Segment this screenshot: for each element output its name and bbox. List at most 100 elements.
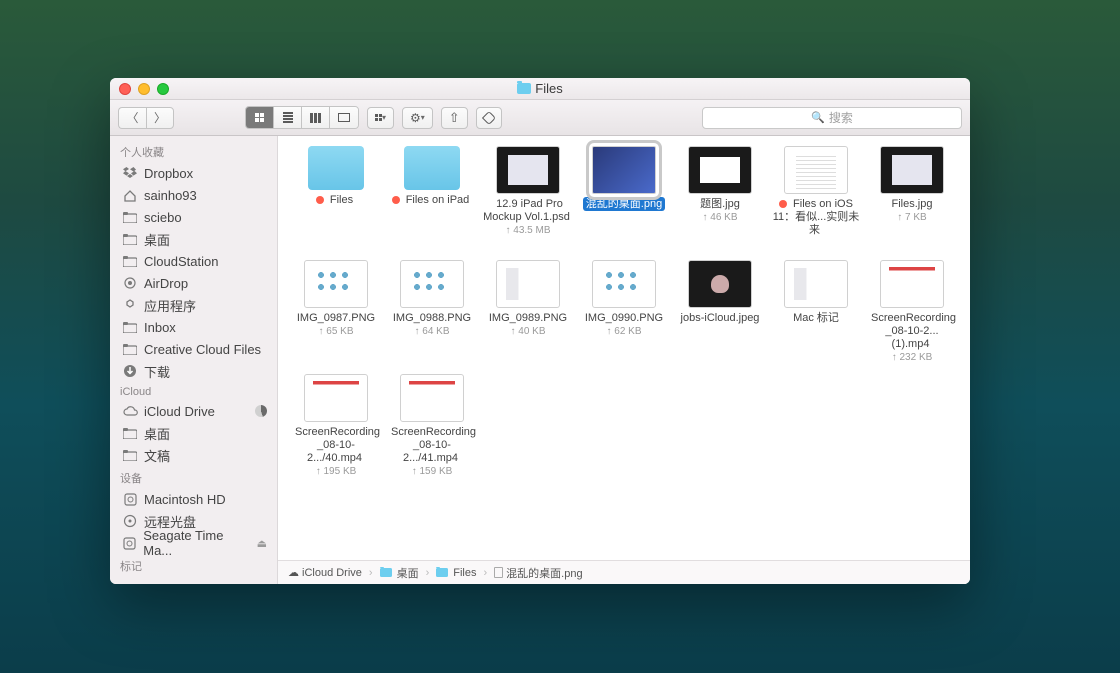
file-item[interactable]: IMG_0988.PNG↑ 64 KB bbox=[386, 260, 478, 370]
file-item[interactable]: Files.jpg↑ 7 KB bbox=[866, 146, 958, 256]
sidebar-item-label: sciebo bbox=[144, 210, 182, 225]
sidebar-item[interactable]: 桌面 bbox=[110, 422, 277, 444]
close-button[interactable] bbox=[119, 83, 131, 95]
sidebar-item[interactable]: sciebo bbox=[110, 206, 277, 228]
path-segment[interactable]: 桌面 bbox=[380, 565, 419, 581]
view-list-button[interactable] bbox=[274, 107, 302, 128]
file-thumbnail[interactable] bbox=[404, 146, 460, 190]
sidebar[interactable]: 个人收藏Dropboxsainho93sciebo桌面CloudStationA… bbox=[110, 136, 278, 584]
sidebar-item[interactable]: Creative Cloud Files bbox=[110, 338, 277, 360]
file-name: IMG_0988.PNG bbox=[390, 311, 474, 325]
sidebar-section-header: iCloud bbox=[110, 382, 277, 400]
file-name: Files.jpg bbox=[889, 197, 936, 211]
file-name: Files bbox=[327, 193, 356, 207]
file-thumbnail[interactable] bbox=[688, 146, 752, 194]
file-thumbnail[interactable] bbox=[592, 146, 656, 194]
file-thumbnail[interactable] bbox=[880, 260, 944, 308]
view-icon-button[interactable] bbox=[246, 107, 274, 128]
file-thumbnail[interactable] bbox=[400, 374, 464, 422]
sidebar-item[interactable]: Inbox bbox=[110, 316, 277, 338]
home-icon bbox=[122, 189, 138, 202]
file-name: IMG_0987.PNG bbox=[294, 311, 378, 325]
sidebar-item-label: 文稿 bbox=[144, 446, 170, 465]
file-name: 12.9 iPad Pro Mockup Vol.1.psd bbox=[483, 197, 573, 224]
file-thumbnail[interactable] bbox=[304, 374, 368, 422]
file-name: IMG_0990.PNG bbox=[582, 311, 666, 325]
file-item[interactable]: jobs-iCloud.jpeg bbox=[674, 260, 766, 370]
sidebar-item-label: 桌面 bbox=[144, 424, 170, 443]
file-item[interactable]: Files on iPad bbox=[386, 146, 478, 256]
file-name: Mac 标记 bbox=[790, 311, 842, 325]
sidebar-item[interactable]: Seagate Time Ma...⏏ bbox=[110, 532, 277, 554]
file-item[interactable]: IMG_0987.PNG↑ 65 KB bbox=[290, 260, 382, 370]
folder-icon bbox=[517, 83, 531, 94]
file-item[interactable]: IMG_0989.PNG↑ 40 KB bbox=[482, 260, 574, 370]
file-item[interactable]: Files bbox=[290, 146, 382, 256]
file-thumbnail[interactable] bbox=[784, 146, 848, 194]
arrange-button[interactable] bbox=[367, 107, 394, 129]
folder-icon bbox=[122, 344, 138, 355]
path-bar[interactable]: ☁iCloud Drive›桌面›Files›混乱的桌面.png bbox=[278, 560, 970, 584]
minimize-button[interactable] bbox=[138, 83, 150, 95]
view-cover-button[interactable] bbox=[330, 107, 358, 128]
forward-button[interactable]: 〉 bbox=[146, 107, 174, 129]
sidebar-item[interactable]: CloudStation bbox=[110, 250, 277, 272]
sidebar-item[interactable]: 下载 bbox=[110, 360, 277, 382]
sidebar-item[interactable]: 应用程序 bbox=[110, 294, 277, 316]
file-item[interactable]: 题图.jpg↑ 46 KB bbox=[674, 146, 766, 256]
dropbox-icon bbox=[122, 167, 138, 179]
file-thumbnail[interactable] bbox=[400, 260, 464, 308]
share-button[interactable]: ⇧ bbox=[441, 107, 468, 129]
sidebar-item[interactable]: Dropbox bbox=[110, 162, 277, 184]
tags-button[interactable] bbox=[476, 107, 502, 129]
path-segment[interactable]: ☁iCloud Drive bbox=[288, 566, 362, 579]
sidebar-item[interactable]: sainho93 bbox=[110, 184, 277, 206]
file-thumbnail[interactable] bbox=[304, 260, 368, 308]
file-item[interactable]: Files on iOS 11：看似...实则未来 bbox=[770, 146, 862, 256]
sidebar-section-header: 个人收藏 bbox=[110, 140, 277, 162]
remote-icon bbox=[122, 514, 138, 528]
sidebar-item-label: 下载 bbox=[144, 362, 170, 381]
sidebar-item-label: iCloud Drive bbox=[144, 404, 215, 419]
path-segment[interactable]: Files bbox=[436, 567, 476, 579]
file-thumbnail[interactable] bbox=[688, 260, 752, 308]
file-item[interactable]: ScreenRecording_08-10-2.../41.mp4↑ 159 K… bbox=[386, 374, 478, 484]
file-thumbnail[interactable] bbox=[784, 260, 848, 308]
sidebar-item[interactable]: AirDrop bbox=[110, 272, 277, 294]
folder-icon bbox=[122, 322, 138, 333]
eject-icon[interactable]: ⏏ bbox=[257, 537, 267, 550]
sidebar-item[interactable]: 桌面 bbox=[110, 228, 277, 250]
back-button[interactable]: 〈 bbox=[118, 107, 146, 129]
traffic-lights bbox=[119, 83, 169, 95]
sidebar-section-header: 设备 bbox=[110, 466, 277, 488]
zoom-button[interactable] bbox=[157, 83, 169, 95]
sidebar-item[interactable]: Macintosh HD bbox=[110, 488, 277, 510]
sidebar-item[interactable]: 文稿 bbox=[110, 444, 277, 466]
file-item[interactable]: IMG_0990.PNG↑ 62 KB bbox=[578, 260, 670, 370]
file-thumbnail[interactable] bbox=[592, 260, 656, 308]
search-input[interactable]: 🔍 搜索 bbox=[702, 107, 962, 129]
file-thumbnail[interactable] bbox=[496, 260, 560, 308]
file-item[interactable]: 混乱的桌面.png bbox=[578, 146, 670, 256]
file-thumbnail[interactable] bbox=[880, 146, 944, 194]
tag-dot-icon bbox=[316, 196, 324, 204]
file-item[interactable]: Mac 标记 bbox=[770, 260, 862, 370]
file-item[interactable]: ScreenRecording_08-10-2.../40.mp4↑ 195 K… bbox=[290, 374, 382, 484]
path-label: iCloud Drive bbox=[302, 567, 362, 579]
folder-icon bbox=[380, 568, 392, 577]
file-size: ↑ 43.5 MB bbox=[505, 225, 550, 236]
file-grid[interactable]: Files Files on iPad12.9 iPad Pro Mockup V… bbox=[278, 136, 970, 560]
action-button[interactable]: ⚙ bbox=[402, 107, 433, 129]
path-label: Files bbox=[453, 567, 476, 579]
sidebar-item-label: 桌面 bbox=[144, 230, 170, 249]
file-item[interactable]: ScreenRecording_08-10-2...(1).mp4↑ 232 K… bbox=[866, 260, 958, 370]
sidebar-item-label: Inbox bbox=[144, 320, 176, 335]
file-thumbnail[interactable] bbox=[308, 146, 364, 190]
file-item[interactable]: 12.9 iPad Pro Mockup Vol.1.psd↑ 43.5 MB bbox=[482, 146, 574, 256]
sidebar-item[interactable]: iCloud Drive bbox=[110, 400, 277, 422]
view-column-button[interactable] bbox=[302, 107, 330, 128]
folder-icon bbox=[122, 212, 138, 223]
chevron-right-icon: › bbox=[484, 567, 488, 579]
file-thumbnail[interactable] bbox=[496, 146, 560, 194]
path-segment[interactable]: 混乱的桌面.png bbox=[494, 565, 582, 581]
